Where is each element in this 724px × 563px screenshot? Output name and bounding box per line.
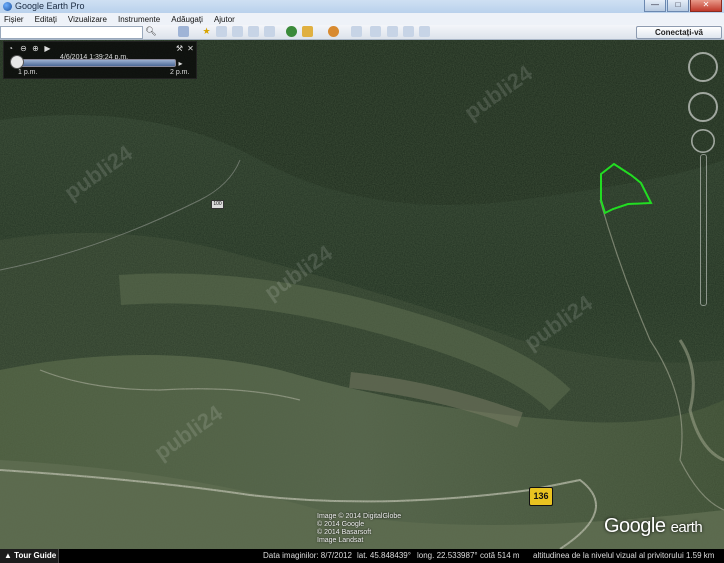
toolbar: 🔍︎ ★ Conectați-vă — [0, 25, 724, 40]
zoom-in-icon[interactable]: ⊕ — [31, 44, 40, 53]
longitude-readout: long. 22.533987° — [417, 551, 478, 560]
placemark-icon[interactable]: ★ — [201, 26, 212, 37]
navigation-controls — [686, 44, 720, 344]
window-title: Google Earth Pro — [15, 1, 85, 11]
move-joystick-icon[interactable] — [691, 129, 715, 153]
compass-icon[interactable] — [688, 52, 718, 82]
tour-guide-icon: ▲ — [4, 551, 12, 560]
credit-line: Image © 2014 DigitalGlobe — [317, 513, 402, 520]
sun-icon[interactable] — [302, 26, 313, 37]
logo-earth: earth — [670, 519, 703, 536]
connect-button[interactable]: Conectați-vă — [636, 26, 722, 39]
record-tour-icon[interactable] — [264, 26, 275, 37]
search-input[interactable] — [0, 26, 143, 39]
imagery-credits: Image © 2014 DigitalGlobe © 2014 Google … — [317, 513, 401, 545]
close-icon[interactable]: ✕ — [186, 44, 195, 53]
sidebar-toggle-icon[interactable] — [178, 26, 189, 37]
look-joystick-icon[interactable] — [688, 92, 718, 122]
google-earth-logo: Google earth — [604, 515, 703, 538]
polygon-icon[interactable] — [216, 26, 227, 37]
time-slider-thumb[interactable] — [10, 55, 24, 69]
road-shield: 136 — [529, 487, 553, 506]
elevation-readout: cotă 514 m — [480, 551, 520, 560]
road-marker: 100 — [211, 200, 224, 209]
zoom-out-icon[interactable]: ⊖ — [19, 44, 28, 53]
google-earth-icon — [3, 2, 12, 11]
end-marker-icon[interactable]: ▸ — [176, 59, 185, 68]
title-bar: Google Earth Pro — □ ✕ — [0, 0, 724, 14]
path-icon[interactable] — [232, 26, 243, 37]
tour-guide-label: Tour Guide — [14, 551, 57, 560]
wrench-icon[interactable]: ⚒ — [175, 44, 184, 53]
status-bar: Data imaginilor: 8/7/2012 lat. 45.848439… — [0, 549, 724, 563]
credit-line: © 2014 Google — [317, 521, 365, 528]
time-start-label: 1 p.m. — [18, 69, 38, 76]
view-in-maps-icon[interactable] — [419, 26, 430, 37]
eye-altitude-readout: altitudinea de la nivelul vizual al priv… — [533, 551, 715, 560]
credit-line: Image Landsat — [317, 537, 364, 544]
imagery-date: Data imaginilor: 8/7/2012 — [263, 551, 352, 560]
satellite-imagery — [0, 40, 724, 549]
maximize-button[interactable]: □ — [667, 0, 689, 12]
time-slider-track[interactable] — [18, 59, 176, 67]
minimize-button[interactable]: — — [644, 0, 666, 12]
earth-view[interactable]: publi24 publi24 publi24 publi24 publi24 — [0, 40, 724, 549]
ruler-icon[interactable] — [351, 26, 362, 37]
time-end-label: 2 p.m. — [170, 69, 190, 76]
tour-guide-button[interactable]: ▲ Tour Guide — [0, 549, 59, 563]
time-slider-panel: ◔ ⊖ ⊕ ▶ ⚒ ✕ 4/6/2014 1:39:24 p.m. ▸ 1 p.… — [3, 41, 197, 79]
clock-icon[interactable]: ◔ — [6, 44, 15, 53]
save-image-icon[interactable] — [403, 26, 414, 37]
play-icon[interactable]: ▶ — [43, 44, 52, 53]
credit-line: © 2014 Basarsoft — [317, 529, 372, 536]
print-icon[interactable] — [387, 26, 398, 37]
planets-icon[interactable] — [328, 26, 339, 37]
overlay-icon[interactable] — [248, 26, 259, 37]
zoom-slider[interactable] — [700, 154, 707, 306]
latitude-readout: lat. 45.848439° — [357, 551, 411, 560]
historical-imagery-icon[interactable] — [286, 26, 297, 37]
email-icon[interactable] — [370, 26, 381, 37]
search-icon[interactable]: 🔍︎ — [145, 26, 157, 37]
logo-google: Google — [604, 515, 666, 537]
window-controls: — □ ✕ — [643, 0, 722, 12]
close-button[interactable]: ✕ — [690, 0, 722, 12]
